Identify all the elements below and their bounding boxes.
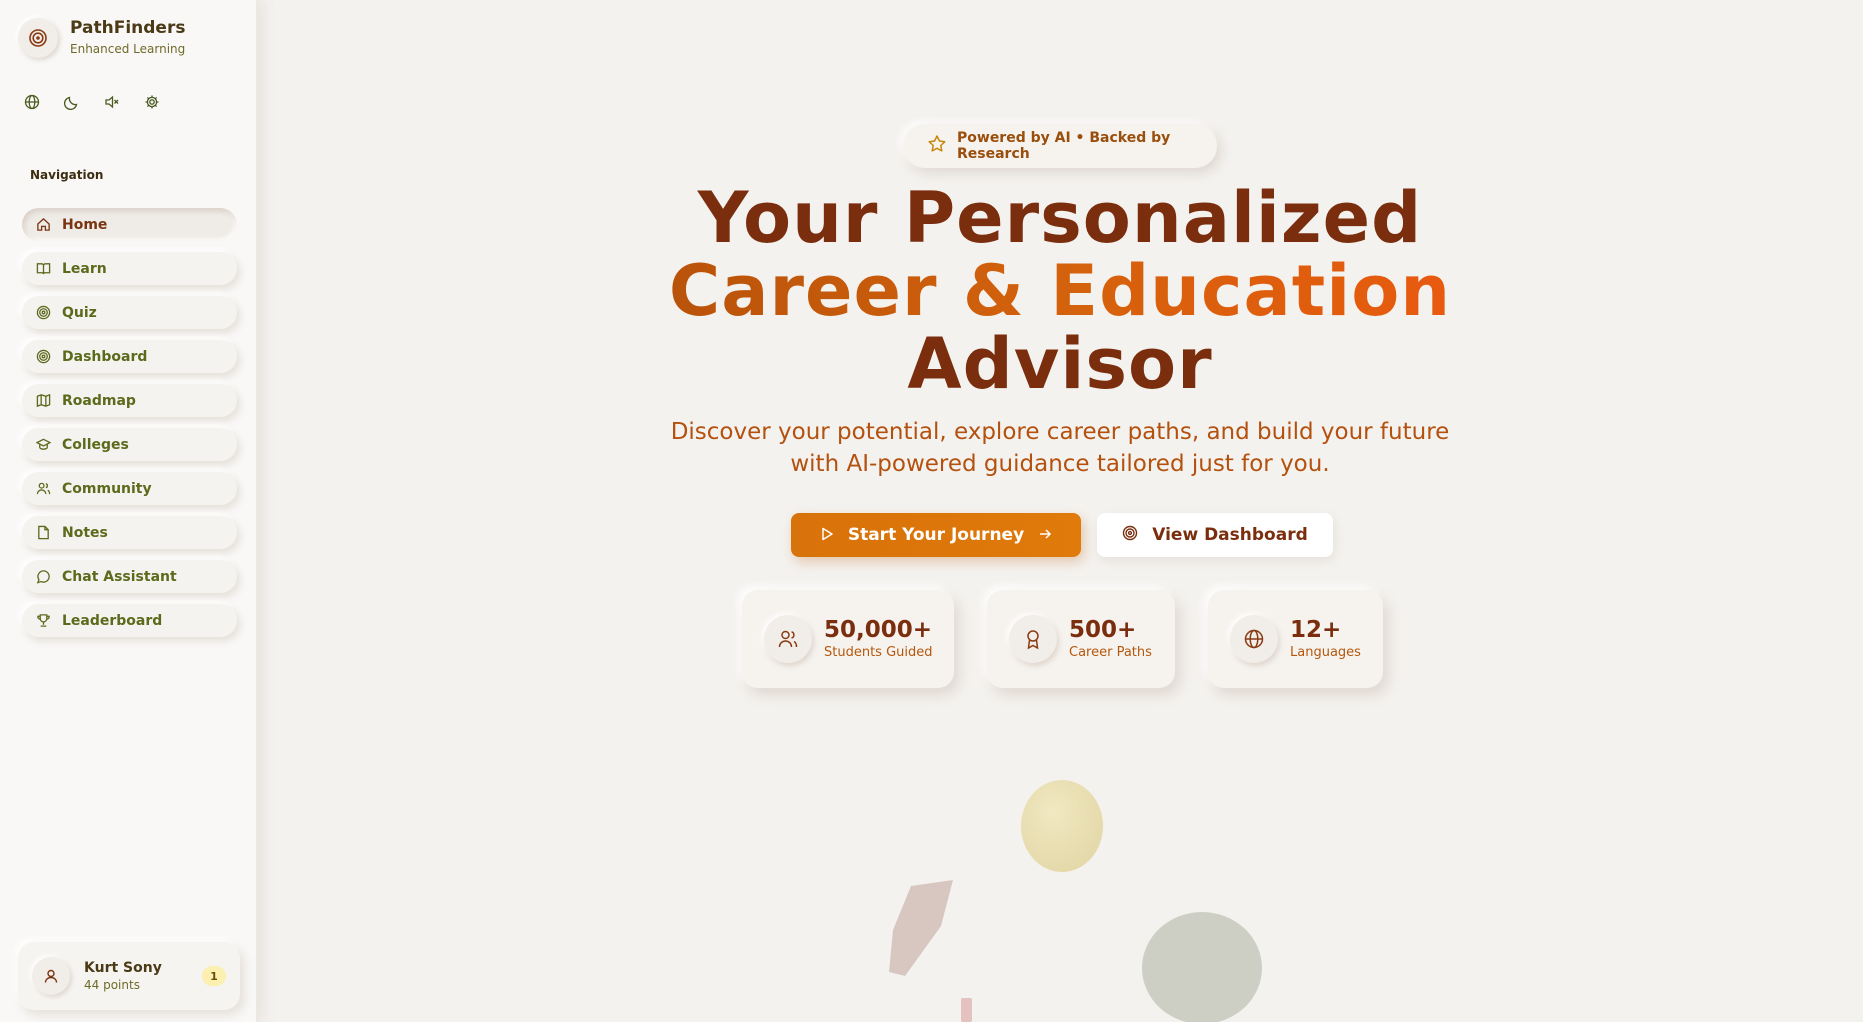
brand-subtitle: Enhanced Learning	[70, 42, 186, 56]
map-icon	[34, 392, 52, 410]
hero-title-line-1: Your Personalized	[697, 177, 1423, 259]
view-dashboard-button[interactable]: View Dashboard	[1097, 513, 1333, 557]
play-icon	[820, 526, 834, 545]
settings-icon[interactable]	[142, 92, 162, 112]
start-journey-button[interactable]: Start Your Journey	[791, 513, 1081, 557]
sidebar-toolbar	[22, 92, 162, 112]
target-icon	[1122, 525, 1138, 545]
user-profile-card[interactable]: Kurt Sony 44 points 1	[18, 942, 240, 1010]
sidebar-item-notes[interactable]: Notes	[22, 516, 237, 549]
target-icon	[34, 348, 52, 366]
sidebar-item-dashboard[interactable]: Dashboard	[22, 340, 237, 373]
stat-card-languages: 12+ Languages	[1208, 590, 1383, 688]
decorative-circle-gray	[1142, 912, 1262, 1022]
sidebar-item-label: Leaderboard	[62, 612, 163, 629]
stat-value: 50,000+	[824, 617, 933, 643]
sidebar-item-label: Colleges	[62, 436, 129, 453]
ai-badge-text: Powered by AI • Backed by Research	[957, 130, 1171, 162]
sidebar-item-chat-assistant[interactable]: Chat Assistant	[22, 560, 237, 593]
view-dashboard-label: View Dashboard	[1152, 525, 1308, 545]
moon-icon[interactable]	[62, 92, 82, 112]
stat-label: Career Paths	[1069, 645, 1152, 660]
star-icon	[927, 134, 947, 158]
sidebar-item-label: Learn	[62, 260, 107, 277]
trophy-icon	[34, 612, 52, 630]
users-icon	[764, 615, 812, 663]
target-icon	[34, 304, 52, 322]
brand-name: PathFinders	[70, 18, 186, 38]
stat-card-careers: 500+ Career Paths	[987, 590, 1175, 688]
brand[interactable]: PathFinders Enhanced Learning	[18, 18, 185, 58]
rank-badge: 1	[202, 966, 226, 986]
sidebar-item-quiz[interactable]: Quiz	[22, 296, 237, 329]
sidebar-item-label: Home	[62, 216, 108, 233]
sidebar-item-label: Chat Assistant	[62, 568, 177, 585]
stat-card-students: 50,000+ Students Guided	[742, 590, 954, 688]
users-icon	[34, 480, 52, 498]
sidebar-item-label: Dashboard	[62, 348, 148, 365]
sidebar-item-leaderboard[interactable]: Leaderboard	[22, 604, 237, 637]
hero-title-line-2: Career & Education	[668, 250, 1452, 332]
file-icon	[34, 524, 52, 542]
hero-subtitle: Discover your potential, explore career …	[670, 419, 1450, 477]
globe-icon	[1230, 615, 1278, 663]
main-content: Powered by AI • Backed by Research Your …	[257, 0, 1863, 1022]
sidebar: PathFinders Enhanced Learning Navigation…	[0, 0, 257, 1022]
sidebar-item-label: Roadmap	[62, 392, 136, 409]
home-icon	[34, 216, 52, 234]
book-icon	[34, 260, 52, 278]
target-icon	[18, 18, 58, 58]
volume-mute-icon[interactable]	[102, 92, 122, 112]
chat-icon	[34, 568, 52, 586]
globe-icon[interactable]	[22, 92, 42, 112]
user-name: Kurt Sony	[84, 960, 162, 976]
stat-value: 500+	[1069, 617, 1137, 643]
sidebar-item-colleges[interactable]: Colleges	[22, 428, 237, 461]
user-points: 44 points	[84, 978, 140, 992]
hero-title: Your Personalized Career & Education Adv…	[257, 182, 1863, 401]
sidebar-nav: Home Learn Quiz Dashboard Roadmap Colleg…	[22, 208, 237, 648]
decorative-hexagon	[889, 880, 953, 976]
sidebar-item-home[interactable]: Home	[22, 208, 237, 241]
decorative-circle-yellow	[1021, 780, 1103, 872]
user-icon	[32, 957, 70, 995]
sidebar-item-community[interactable]: Community	[22, 472, 237, 505]
sidebar-item-learn[interactable]: Learn	[22, 252, 237, 285]
award-icon	[1009, 615, 1057, 663]
hero-title-line-3: Advisor	[907, 323, 1213, 405]
stat-label: Languages	[1290, 645, 1361, 660]
start-journey-label: Start Your Journey	[847, 525, 1025, 545]
sidebar-item-roadmap[interactable]: Roadmap	[22, 384, 237, 417]
arrow-right-icon	[1038, 526, 1052, 545]
stat-value: 12+	[1290, 617, 1342, 643]
stat-label: Students Guided	[824, 645, 933, 660]
decorative-bar	[961, 998, 972, 1022]
graduation-cap-icon	[34, 436, 52, 454]
navigation-heading: Navigation	[30, 168, 104, 182]
sidebar-item-label: Quiz	[62, 304, 97, 321]
sidebar-item-label: Notes	[62, 524, 108, 541]
ai-badge: Powered by AI • Backed by Research	[903, 124, 1217, 168]
sidebar-item-label: Community	[62, 480, 152, 497]
